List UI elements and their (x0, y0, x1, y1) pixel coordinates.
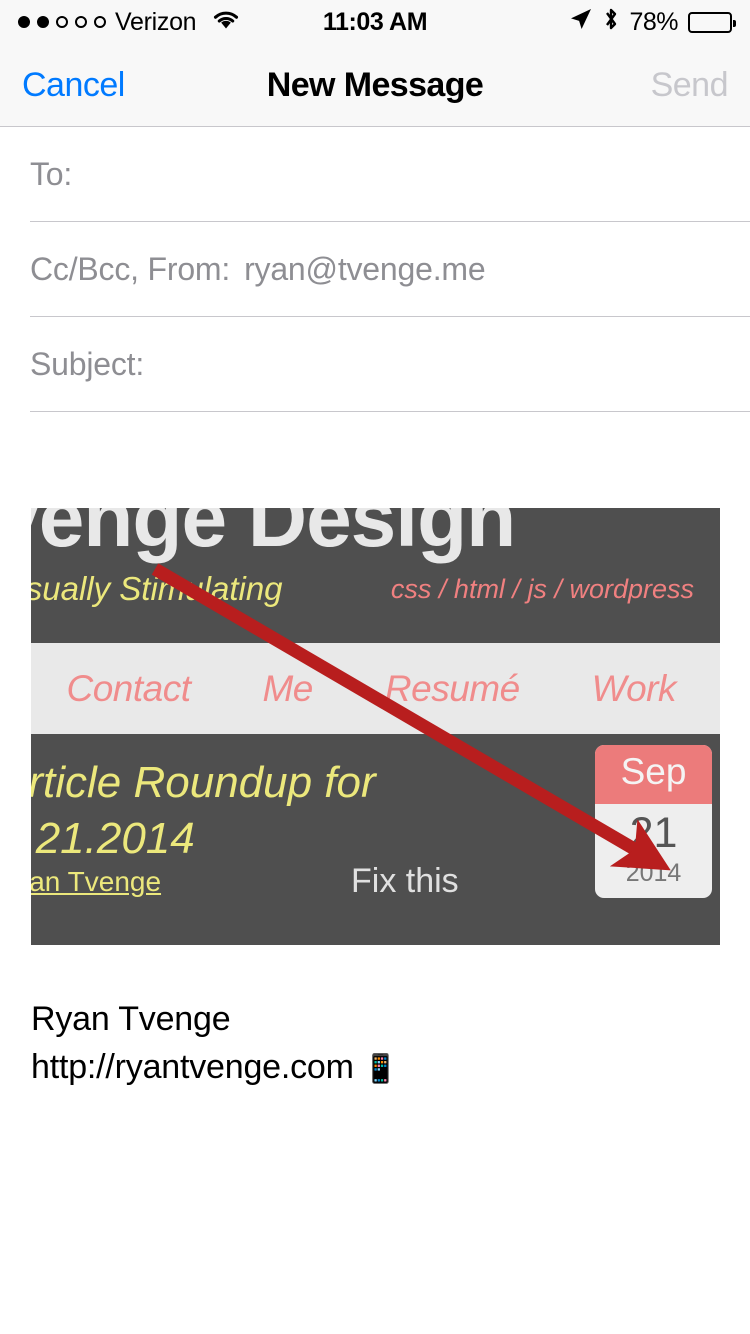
cc-bcc-from-field-row[interactable]: Cc/Bcc, From: ryan@tvenge.me (0, 222, 750, 317)
status-bar-left: Verizon (18, 8, 375, 37)
signal-strength-icon (18, 16, 106, 28)
from-address-value[interactable]: ryan@tvenge.me (244, 251, 486, 288)
site-nav-item-resume: Resumé (384, 667, 520, 709)
status-bar-right: 78% (375, 6, 736, 39)
battery-percent-label: 78% (629, 7, 678, 36)
site-tagline-text: Visually Stimulating (31, 570, 283, 607)
subject-field-row[interactable]: Subject: (0, 317, 750, 412)
wifi-icon (211, 8, 241, 37)
attached-screenshot[interactable]: Tvenge Design Visually Stimulating css /… (31, 508, 720, 945)
send-button[interactable]: Send (651, 66, 729, 105)
article-note-text: Fix this (351, 862, 459, 900)
site-article-band: Article Roundup for 9.21.2014 Ryan Tveng… (31, 734, 720, 945)
site-nav-item-contact: Contact (66, 667, 191, 709)
cc-bcc-from-field-label: Cc/Bcc, From: (30, 251, 231, 287)
signature-url: http://ryantvenge.com (31, 1048, 354, 1087)
website-screenshot-content: Tvenge Design Visually Stimulating css /… (31, 508, 720, 945)
subject-field-label: Subject: (30, 346, 145, 382)
article-title: Article Roundup for 9.21.2014 (31, 755, 376, 868)
date-badge-month: Sep (595, 745, 712, 804)
mobile-phone-icon: 📱 (363, 1053, 398, 1085)
site-logo-text: Tvenge Design (31, 508, 516, 564)
compose-header-fields: To: Cc/Bcc, From: ryan@tvenge.me Subject… (0, 127, 750, 412)
date-badge-year: 2014 (625, 858, 682, 887)
date-badge-day: 21 (629, 808, 678, 857)
to-field-label: To: (30, 156, 73, 192)
to-field-row[interactable]: To: (0, 127, 750, 222)
article-author-link: Ryan Tvenge (31, 866, 162, 897)
email-signature[interactable]: Ryan Tvenge http://ryantvenge.com 📱 (31, 995, 750, 1092)
status-bar: Verizon 11:03 AM 78% (0, 0, 750, 44)
site-header-band: Tvenge Design Visually Stimulating css /… (31, 508, 720, 643)
site-tech-stack-text: css / html / js / wordpress (390, 574, 694, 604)
location-arrow-icon (569, 7, 593, 38)
signature-url-line: http://ryantvenge.com 📱 (31, 1043, 750, 1091)
battery-icon (688, 11, 736, 33)
compose-nav-bar: Cancel New Message Send (0, 44, 750, 127)
article-date-badge: Sep 21 2014 (595, 745, 712, 899)
site-nav-item-work: Work (591, 667, 677, 709)
signature-name: Ryan Tvenge (31, 1000, 231, 1038)
bluetooth-icon (603, 6, 619, 39)
site-nav-item-me: Me (262, 667, 313, 709)
article-title-line-1: Article Roundup for (31, 758, 376, 807)
site-nav-band: Contact Me Resumé Work (31, 643, 720, 734)
carrier-label: Verizon (115, 7, 197, 36)
article-title-line-2: 9.21.2014 (31, 814, 195, 864)
mail-body[interactable]: Tvenge Design Visually Stimulating css /… (0, 508, 750, 1092)
cancel-button[interactable]: Cancel (22, 66, 125, 105)
